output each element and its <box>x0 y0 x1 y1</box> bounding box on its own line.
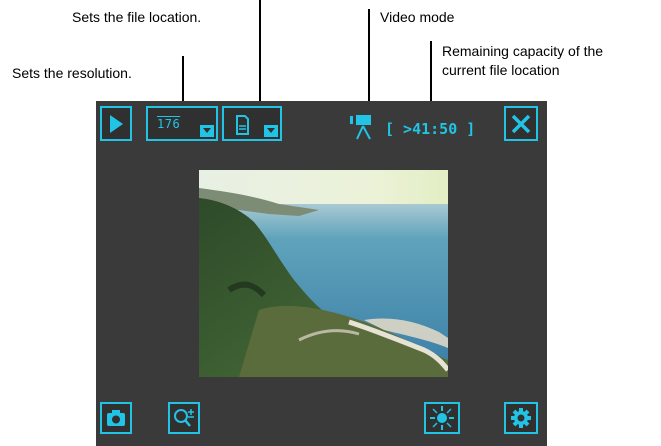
resolution-callout: Sets the resolution. <box>12 65 132 81</box>
camera-icon <box>107 410 125 426</box>
video-mode-callout: Video mode <box>380 9 455 25</box>
file-location-callout: Sets the file location. <box>72 9 202 25</box>
settings-button[interactable] <box>504 402 538 434</box>
chevron-down-icon <box>264 125 278 137</box>
chevron-down-icon <box>200 125 214 137</box>
close-button[interactable] <box>504 106 538 141</box>
gear-icon <box>511 408 531 428</box>
resolution-value: 176 <box>157 117 181 131</box>
play-icon <box>110 114 123 133</box>
file-location-select[interactable] <box>222 106 282 141</box>
zoom-button[interactable] <box>168 402 200 434</box>
memory-card-icon <box>236 115 249 135</box>
close-icon <box>511 114 531 133</box>
file-location-leader <box>259 0 261 111</box>
capture-button[interactable] <box>100 402 132 434</box>
capacity-callout: Remaining capacity of the current file l… <box>442 43 604 78</box>
preview-image <box>199 170 448 377</box>
brightness-icon <box>430 406 454 430</box>
video-mode-leader <box>368 9 370 113</box>
brightness-button[interactable] <box>424 402 460 434</box>
zoom-in-icon <box>174 409 194 427</box>
play-button[interactable] <box>100 106 132 141</box>
remaining-capacity: [ >41:50 ] <box>385 120 476 138</box>
resolution-select[interactable]: 176 <box>146 106 218 141</box>
camera-screen: 176 [ >41:50 ] <box>96 101 547 446</box>
video-camera-icon <box>350 115 371 140</box>
